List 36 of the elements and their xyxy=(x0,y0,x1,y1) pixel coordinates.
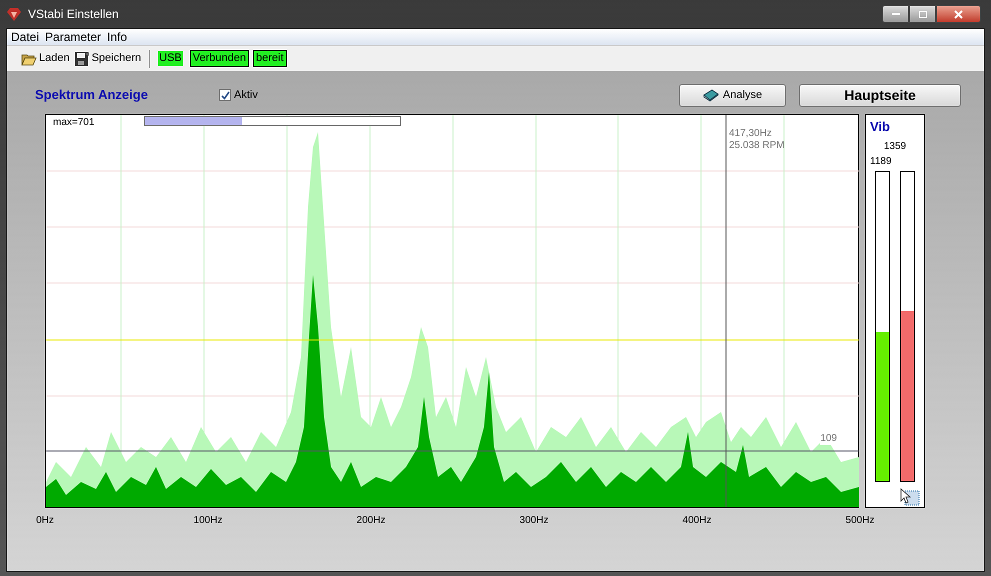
vib-value: 1189 xyxy=(870,154,893,168)
threshold-label: 109 xyxy=(820,433,837,445)
check-icon xyxy=(220,90,230,100)
home-button[interactable]: Hauptseite xyxy=(799,84,961,106)
vib-title: Vib xyxy=(870,118,891,136)
cursor-rpm: 25.038 RPM xyxy=(729,139,785,153)
checkbox[interactable] xyxy=(219,89,231,101)
menu-item[interactable]: Datei xyxy=(11,28,40,46)
close-button[interactable] xyxy=(936,5,981,23)
book-icon xyxy=(702,88,719,102)
menu-item[interactable]: Info xyxy=(107,28,128,46)
vib-value: 1359 xyxy=(884,140,906,154)
status-indicator: USB xyxy=(158,51,183,66)
toolbar-button[interactable]: Speichern xyxy=(74,50,142,67)
checkbox-label: Aktiv xyxy=(234,88,258,103)
analyse-button[interactable]: Analyse xyxy=(679,84,786,106)
axis-label: 400Hz xyxy=(682,514,712,528)
window-title: VStabi Einstellen xyxy=(28,6,119,23)
toolbar-button[interactable]: Laden xyxy=(21,50,70,67)
folder-icon xyxy=(21,52,37,66)
status-indicator: bereit xyxy=(252,50,287,67)
cursor-frequency: 417,30Hz xyxy=(729,127,772,141)
axis-label: 0Hz xyxy=(36,514,54,528)
close-icon xyxy=(954,10,963,18)
axis-label: 200Hz xyxy=(356,514,386,528)
axis-label: 500Hz xyxy=(846,514,874,528)
axis-label: 100Hz xyxy=(194,514,222,528)
app-logo-icon xyxy=(6,6,22,22)
axis-label: 300Hz xyxy=(520,514,548,528)
cursor-icon xyxy=(900,488,920,506)
status-indicator: Verbunden xyxy=(190,50,249,67)
menu-item[interactable]: Parameter xyxy=(45,28,102,46)
section-title: Spektrum Anzeige xyxy=(35,86,149,104)
max-label: max=701 xyxy=(53,116,94,130)
minimize-button[interactable] xyxy=(882,5,909,23)
maximize-button[interactable] xyxy=(909,5,936,23)
